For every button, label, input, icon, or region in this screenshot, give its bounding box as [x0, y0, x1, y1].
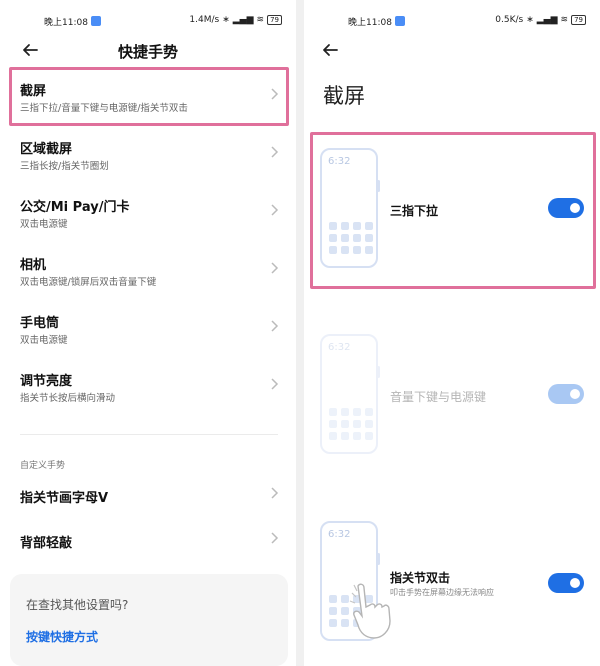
notification-icon — [394, 16, 405, 26]
gesture-shortcuts-screen: 晚上11:08 1.4M/s ∗ ▂▄▆ ≋ 79 快捷手势 截屏 三指下拉/音… — [0, 0, 296, 666]
wifi-icon: ≋ — [256, 15, 265, 25]
suggestion-question: 在查找其他设置吗? — [26, 598, 129, 612]
menu-item-title: 公交/Mi Pay/门卡 — [20, 200, 130, 215]
battery-icon: 79 — [571, 15, 586, 25]
status-bar: 晚上11:08 1.4M/s ∗ ▂▄▆ ≋ 79 — [0, 0, 296, 40]
page-title: 截屏 — [323, 84, 365, 108]
chevron-right-icon — [271, 320, 279, 332]
menu-item-title: 指关节画字母V — [20, 491, 109, 506]
divider — [20, 434, 278, 435]
toggle-switch[interactable] — [548, 384, 584, 404]
menu-item-brightness[interactable]: 调节亮度 指关节长按后横向滑动 — [0, 360, 296, 416]
chevron-right-icon — [271, 204, 279, 216]
highlight-box — [310, 132, 596, 289]
bluetooth-icon: ∗ — [526, 15, 534, 25]
wifi-icon: ≋ — [560, 15, 569, 25]
network-speed: 0.5K/s — [495, 15, 524, 25]
menu-item-title: 相机 — [20, 258, 47, 273]
menu-item-subtitle: 三指长按/指关节圈划 — [20, 161, 109, 172]
phone-time: 6:32 — [328, 529, 351, 540]
menu-item-title: 背部轻敲 — [20, 536, 73, 551]
back-arrow-icon[interactable] — [320, 40, 342, 62]
button-shortcuts-link[interactable]: 按键快捷方式 — [26, 628, 98, 645]
option-knuckle-double-tap[interactable]: 6:32 指关节双击 叩击手势在屏幕边缘无法响应 — [304, 503, 600, 666]
search-suggestion-card: 在查找其他设置吗? 按键快捷方式 — [10, 574, 288, 666]
menu-item-title: 调节亮度 — [20, 374, 73, 389]
app-grid — [329, 408, 373, 440]
menu-item-transit-card[interactable]: 公交/Mi Pay/门卡 双击电源键 — [0, 186, 296, 242]
chevron-right-icon — [271, 487, 279, 499]
highlight-box — [9, 67, 289, 126]
menu-item-flashlight[interactable]: 手电筒 双击电源键 — [0, 302, 296, 358]
status-time: 晚上11:08 — [44, 15, 101, 28]
chevron-right-icon — [271, 146, 279, 158]
option-volume-power[interactable]: 6:32 音量下键与电源键 — [304, 316, 600, 456]
option-subtitle: 叩击手势在屏幕边缘无法响应 — [390, 588, 494, 597]
phone-time: 6:32 — [328, 342, 351, 353]
chevron-right-icon — [271, 532, 279, 544]
screenshot-comparison: 晚上11:08 1.4M/s ∗ ▂▄▆ ≋ 79 快捷手势 截屏 三指下拉/音… — [0, 0, 600, 666]
chevron-right-icon — [271, 378, 279, 390]
status-indicators: 1.4M/s ∗ ▂▄▆ ≋ 79 — [189, 15, 282, 25]
notification-icon — [90, 16, 101, 26]
phone-side-button — [377, 366, 380, 378]
toggle-knob — [570, 389, 580, 399]
menu-item-camera[interactable]: 相机 双击电源键/锁屏后双击音量下键 — [0, 244, 296, 300]
status-time: 晚上11:08 — [348, 15, 405, 28]
phone-illustration: 6:32 — [320, 521, 391, 641]
option-title: 音量下键与电源键 — [390, 390, 487, 404]
chevron-right-icon — [271, 262, 279, 274]
menu-item-subtitle: 指关节长按后横向滑动 — [20, 393, 116, 404]
network-speed: 1.4M/s — [189, 15, 220, 25]
status-bar: 晚上11:08 0.5K/s ∗ ▂▄▆ ≋ 79 — [304, 0, 600, 40]
menu-item-back-tap[interactable]: 背部轻敲 — [0, 515, 296, 567]
battery-icon: 79 — [267, 15, 282, 25]
menu-item-subtitle: 双击电源键/锁屏后双击音量下键 — [20, 277, 157, 288]
option-title: 指关节双击 — [390, 571, 451, 585]
screenshot-settings-screen: 晚上11:08 0.5K/s ∗ ▂▄▆ ≋ 79 截屏 6:32 三指下拉 6… — [304, 0, 600, 666]
toggle-knob — [570, 578, 580, 588]
page-title: 快捷手势 — [117, 43, 178, 61]
toggle-switch[interactable] — [548, 573, 584, 593]
status-indicators: 0.5K/s ∗ ▂▄▆ ≋ 79 — [495, 15, 586, 25]
menu-item-title: 手电筒 — [20, 316, 60, 331]
signal-icon: ▂▄▆ — [536, 15, 558, 25]
menu-item-subtitle: 双击电源键 — [20, 219, 68, 230]
phone-illustration: 6:32 — [320, 334, 380, 454]
menu-item-title: 区域截屏 — [20, 142, 73, 157]
bluetooth-icon: ∗ — [222, 15, 230, 25]
signal-icon: ▂▄▆ — [232, 15, 254, 25]
menu-item-region-screenshot[interactable]: 区域截屏 三指长按/指关节圈划 — [0, 128, 296, 184]
menu-item-subtitle: 双击电源键 — [20, 335, 68, 346]
phone-side-button — [377, 553, 380, 565]
